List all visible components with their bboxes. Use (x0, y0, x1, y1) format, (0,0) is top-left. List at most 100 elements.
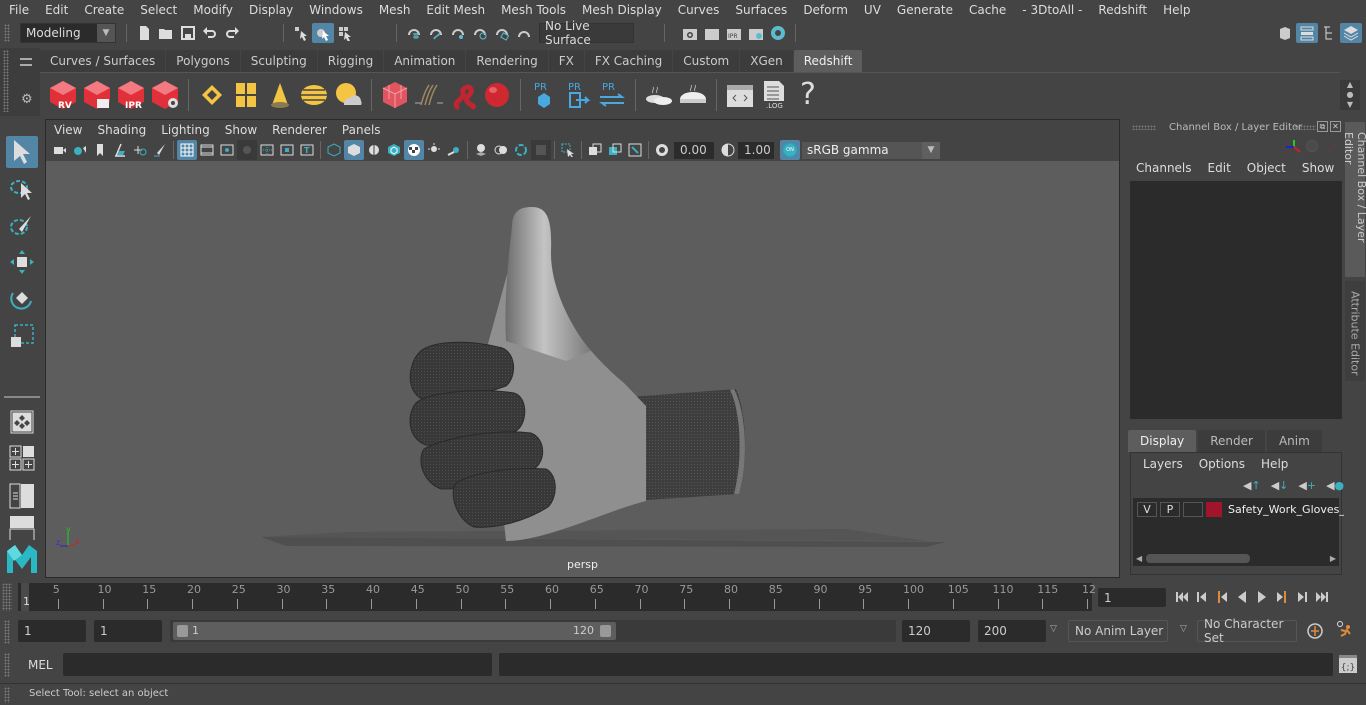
menu-edit[interactable]: Edit (36, 3, 75, 17)
new-empty-layer-icon[interactable]: ◀+ (1298, 479, 1316, 492)
menu-generate[interactable]: Generate (888, 3, 960, 17)
pr-swap-button[interactable]: PR (595, 76, 629, 114)
channel-menu-channels[interactable]: Channels (1128, 161, 1200, 175)
resolution-gate-icon[interactable] (217, 140, 237, 160)
lasso-tool-button[interactable] (6, 174, 38, 206)
new-layer-selected-icon[interactable]: ◀● (1326, 479, 1344, 492)
side-tab-attribute-editor[interactable]: Attribute Editor (1345, 281, 1365, 381)
layer-tab-render[interactable]: Render (1198, 430, 1265, 452)
menu-help[interactable]: Help (1154, 3, 1197, 17)
color-management-toggle[interactable]: ON (780, 140, 800, 160)
ipr-render-icon[interactable]: IPR (723, 23, 745, 43)
gate-mask-icon[interactable] (237, 140, 257, 160)
gamma-icon[interactable] (718, 140, 738, 160)
pr-object-button[interactable]: PR (527, 76, 561, 114)
step-back-frame-button[interactable] (1192, 587, 1212, 607)
command-language-toggle[interactable]: MEL (28, 658, 53, 672)
go-to-start-button[interactable] (1172, 587, 1192, 607)
shelf-tab-fx[interactable]: FX (548, 50, 584, 72)
grip-handle[interactable] (1132, 125, 1156, 130)
rs-proxy-button[interactable] (378, 76, 412, 114)
rs-script-button[interactable] (723, 76, 757, 114)
layer-tab-anim[interactable]: Anim (1266, 430, 1322, 452)
ambient-occlusion-icon[interactable] (511, 140, 531, 160)
menu-select[interactable]: Select (131, 3, 184, 17)
render-view-icon[interactable] (679, 23, 701, 43)
range-start-handle[interactable] (177, 625, 188, 637)
bake-single-button[interactable] (676, 76, 710, 114)
redshift-render-sequence-button[interactable] (80, 76, 114, 114)
hud-icon[interactable] (625, 140, 645, 160)
motion-blur-icon[interactable] (531, 140, 551, 160)
menu-3dtoall[interactable]: - 3DtoAll - (1013, 3, 1089, 17)
render-frame-icon[interactable] (701, 23, 723, 43)
shelf-tab-redshift[interactable]: Redshift (793, 50, 863, 72)
layer-tab-display[interactable]: Display (1128, 430, 1197, 452)
rs-help-button[interactable]: ? (791, 76, 825, 114)
pr-export-button[interactable]: PR (561, 76, 595, 114)
new-scene-icon[interactable] (133, 23, 155, 43)
step-forward-frame-button[interactable] (1292, 587, 1312, 607)
layer-menu-layers[interactable]: Layers (1135, 457, 1191, 471)
viewport-2-icon[interactable] (605, 140, 625, 160)
rs-sun-sky-button[interactable] (331, 76, 365, 114)
rs-volume-button[interactable] (446, 76, 480, 114)
smooth-shade-icon[interactable] (344, 140, 364, 160)
range-end-handle[interactable] (600, 625, 611, 637)
single-perspective-layout-button[interactable] (6, 406, 38, 438)
menu-windows[interactable]: Windows (300, 3, 370, 17)
visibility-toggle[interactable]: V (1137, 502, 1157, 517)
channel-menu-object[interactable]: Object (1239, 161, 1294, 175)
rs-ies-light-button[interactable] (263, 76, 297, 114)
animation-preferences-icon[interactable] (1334, 620, 1354, 643)
rs-dome-light-button[interactable] (297, 76, 331, 114)
rs-sphere-button[interactable] (480, 76, 514, 114)
four-view-layout-button[interactable] (6, 442, 38, 474)
menu-edit-mesh[interactable]: Edit Mesh (417, 3, 492, 17)
animation-start-field[interactable]: 1 (18, 620, 86, 642)
default-material-icon[interactable] (364, 140, 384, 160)
layer-menu-options[interactable]: Options (1191, 457, 1253, 471)
shelf-tab-custom[interactable]: Custom (673, 50, 740, 72)
isolate-select-icon[interactable] (558, 140, 578, 160)
close-icon[interactable]: ✕ (1330, 121, 1341, 132)
move-layer-down-icon[interactable]: ◀↓ (1271, 479, 1289, 492)
select-hierarchy-icon[interactable] (290, 23, 312, 43)
anim-layer-select[interactable]: No Anim Layer (1068, 620, 1168, 642)
hypershade-icon[interactable] (767, 23, 789, 43)
shelf-tab-rendering[interactable]: Rendering (466, 50, 548, 72)
scale-tool-button[interactable] (6, 320, 38, 352)
save-scene-icon[interactable] (177, 23, 199, 43)
play-forwards-button[interactable] (1252, 587, 1272, 607)
snap-curve-icon[interactable] (425, 23, 447, 43)
wireframe-icon[interactable] (324, 140, 344, 160)
outliner-layout-button[interactable] (6, 480, 38, 512)
shelf-menu-icon[interactable] (20, 58, 32, 66)
live-surface-field[interactable]: No Live Surface (539, 19, 634, 47)
move-layer-up-icon[interactable]: ◀↑ (1243, 479, 1261, 492)
open-scene-icon[interactable] (155, 23, 177, 43)
hyper-icon[interactable] (1327, 143, 1337, 152)
shelf-tab-fx-caching[interactable]: FX Caching (584, 50, 673, 72)
bookmark-icon[interactable] (90, 140, 110, 160)
shelf-tab-xgen[interactable]: XGen (740, 50, 793, 72)
menu-display[interactable]: Display (240, 3, 300, 17)
redshift-render-view-button[interactable]: RV (46, 76, 80, 114)
playback-start-field[interactable]: 1 (94, 620, 162, 642)
graph-layout-button[interactable] (6, 516, 38, 540)
rs-log-button[interactable]: .LOG (757, 76, 791, 114)
animation-end-field[interactable]: 200 (978, 620, 1046, 642)
menu-mesh[interactable]: Mesh (370, 3, 418, 17)
redo-icon[interactable] (221, 23, 243, 43)
snap-point-icon[interactable] (447, 23, 469, 43)
camera-attributes-icon[interactable] (70, 140, 90, 160)
film-gate-icon[interactable] (197, 140, 217, 160)
time-slider[interactable]: 1 5 10 15 20 25 30 35 40 45 50 55 60 65 70 75 80 85 90 95 1… (18, 583, 1096, 611)
grip-handle[interactable] (1294, 125, 1316, 130)
current-frame-field[interactable]: 1 (1098, 588, 1166, 607)
horizontal-scrollbar[interactable]: ◀ ▶ (1133, 552, 1339, 565)
redshift-ipr-button[interactable]: IPR (114, 76, 148, 114)
snap-view-plane-icon[interactable] (469, 23, 491, 43)
grid-toggle-icon[interactable] (177, 140, 197, 160)
mode-select[interactable]: Modeling ▼ (20, 22, 116, 43)
